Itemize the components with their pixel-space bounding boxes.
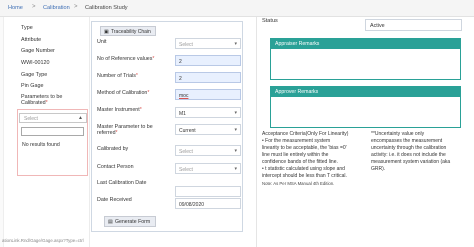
master-parameter-label: Master Parameter to be referred* xyxy=(97,124,153,136)
chevron-down-icon: ▾ xyxy=(234,127,237,133)
breadcrumb-separator: > xyxy=(32,4,36,10)
caret-up-icon: ▲ xyxy=(78,115,83,121)
acceptance-criteria-reference: Note: As Per MSA Manual 4th Edition. xyxy=(262,181,335,186)
appraiser-remarks-header: Appraiser Remarks xyxy=(271,39,460,49)
uncertainty-note-line: measurement system variation (aka xyxy=(371,159,451,165)
calibrated-by-select[interactable]: Select ▾ xyxy=(175,145,241,156)
chevron-down-icon: ▾ xyxy=(234,166,237,172)
status-bar-url: ationLink.Rnd/Gage/Gage.aspx?Type=ctrl xyxy=(2,238,84,243)
gage-type-label: Gage Type xyxy=(21,72,48,78)
contact-person-label: Contact Person xyxy=(97,164,134,170)
acceptance-criteria-line: confidence bands of the fitted line. xyxy=(262,159,338,165)
uncertainty-note-line: GRR). xyxy=(371,166,386,172)
chevron-down-icon: ▾ xyxy=(234,148,237,154)
uncertainty-note-line: **Uncertainty value only xyxy=(371,131,425,137)
master-instrument-label: Master Instrument* xyxy=(97,107,142,113)
acceptance-criteria-line: linearity to be acceptable, the 'bias =0… xyxy=(262,145,347,151)
parameters-search-input[interactable] xyxy=(21,127,84,136)
last-calibration-date-label: Last Calibration Date xyxy=(97,180,147,186)
master-parameter-select[interactable]: Current ▾ xyxy=(175,124,241,135)
master-instrument-select[interactable]: M1 ▾ xyxy=(175,107,241,118)
reference-values-label: No of Reference values* xyxy=(97,56,155,62)
type-label: Type xyxy=(21,25,33,31)
column-divider-right xyxy=(256,17,257,247)
acceptance-criteria-line: intercept should be less than T critical… xyxy=(262,173,347,179)
acceptance-criteria-title: Acceptance Criteria(Only For Linearity) xyxy=(262,131,349,137)
method-of-calibration-input[interactable]: moc xyxy=(175,89,241,100)
breadcrumb-separator: > xyxy=(74,4,78,10)
gage-number-value: WWI-00120 xyxy=(21,60,50,66)
contact-person-select[interactable]: Select ▾ xyxy=(175,163,241,174)
uncertainty-note-line: uncertainty through the calibration xyxy=(371,145,447,151)
reference-values-input[interactable]: 2 xyxy=(175,55,241,66)
uncertainty-note-line: activity: i.e. it does not include the xyxy=(371,152,446,158)
chevron-down-icon: ▾ xyxy=(234,110,237,116)
traceability-chain-button[interactable]: ▣ Traceability Chain xyxy=(100,26,156,36)
approver-remarks-header: Approver Remarks xyxy=(271,87,460,97)
status-select[interactable]: Active xyxy=(365,19,462,31)
type-value: Attribute xyxy=(21,37,42,43)
method-of-calibration-label: Method of Calibration* xyxy=(97,90,150,96)
date-received-input[interactable]: 09/08/2020 xyxy=(175,198,241,209)
number-of-trials-input[interactable]: 2 xyxy=(175,72,241,83)
breadcrumb-home[interactable]: Home xyxy=(8,5,23,11)
date-received-label: Date Received xyxy=(97,197,132,203)
gage-type-value: Pin Gage xyxy=(21,83,44,89)
form-icon: ▤ xyxy=(108,219,113,225)
acceptance-criteria-line: line must lie entirely within the xyxy=(262,152,329,158)
breadcrumb-calibration-study: Calibration Study xyxy=(85,5,128,11)
parameters-select[interactable]: Select ▲ xyxy=(19,113,87,123)
number-of-trials-label: Number of Trials* xyxy=(97,73,138,79)
acceptance-criteria-line: • t statistic calculated using slope and xyxy=(262,166,345,172)
uncertainty-note-line: encompasses the measurement xyxy=(371,138,443,144)
status-label: Status xyxy=(262,18,278,24)
breadcrumb-bar xyxy=(0,0,474,17)
chain-icon: ▣ xyxy=(104,29,109,35)
parameters-label: Parameters to be Calibrated* xyxy=(21,94,63,106)
unit-select[interactable]: Select ▾ xyxy=(175,38,241,49)
gage-number-label: Gage Number xyxy=(21,48,55,54)
column-divider xyxy=(89,17,90,247)
parameters-select-placeholder: Select xyxy=(24,116,38,122)
breadcrumb-calibration[interactable]: Calibration xyxy=(43,5,70,11)
sidebar-strip xyxy=(0,17,4,247)
calibrated-by-label: Calibrated by xyxy=(97,146,129,152)
generate-form-button[interactable]: ▤ Generate Form xyxy=(104,216,156,227)
last-calibration-date-input[interactable] xyxy=(175,186,241,197)
unit-label: Unit xyxy=(97,39,107,45)
chevron-down-icon: ▾ xyxy=(234,41,237,47)
no-results-text: No results found xyxy=(22,142,60,148)
acceptance-criteria-line: • For the measurement system xyxy=(262,138,331,144)
